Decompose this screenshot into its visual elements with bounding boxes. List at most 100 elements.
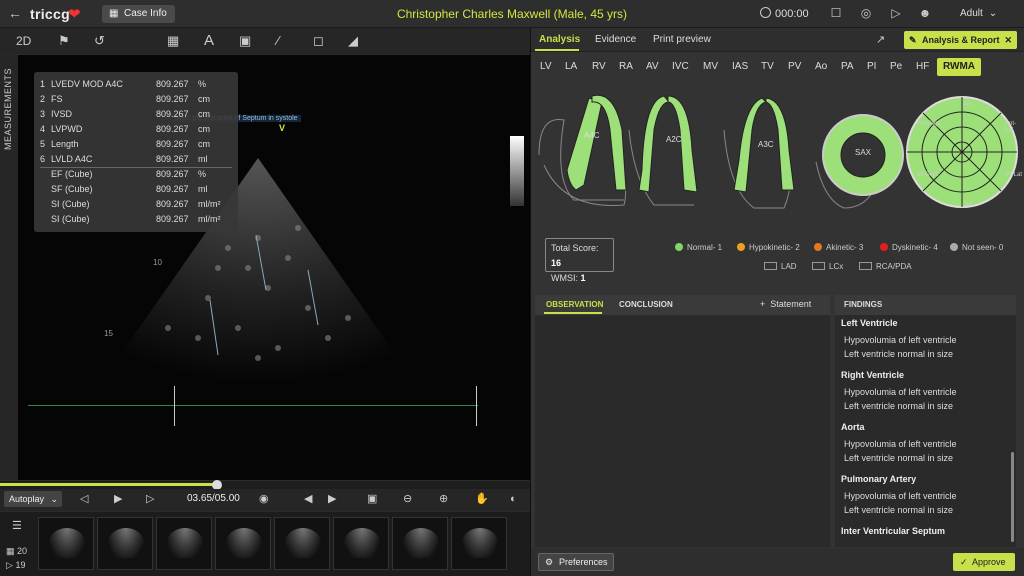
finding-item[interactable]: Hypovolumia of left ventricle (844, 387, 957, 397)
text-tool-icon[interactable]: A (204, 32, 214, 50)
approve-button[interactable]: ✓ Approve (953, 553, 1015, 571)
image-count: 20 (17, 546, 28, 556)
chevron-down-icon: ⌄ (988, 8, 998, 19)
measurement-row[interactable]: 4 LVPWD 809.267 cm (34, 122, 238, 137)
subtab-hf[interactable]: HF (916, 61, 929, 72)
subtab-rv[interactable]: RV (592, 61, 606, 72)
subtab-la[interactable]: LA (565, 61, 577, 72)
tab-evidence[interactable]: Evidence (595, 34, 636, 45)
subtab-ias[interactable]: IAS (732, 61, 748, 72)
subtab-pe[interactable]: Pe (890, 61, 902, 72)
tag-icon[interactable]: ⚑ (58, 32, 70, 50)
measurement-row[interactable]: 2 FS 809.267 cm (34, 92, 238, 107)
legend-label: Not seen- 0 (962, 243, 1004, 252)
measurement-row[interactable]: 3 IVSD 809.267 cm (34, 107, 238, 122)
sector-tool-icon[interactable]: ◢ (348, 32, 358, 50)
next-frame-icon[interactable]: ▷ (146, 491, 154, 507)
mode-2d-label[interactable]: 2D (16, 32, 31, 50)
bullseye-label-ant: Ant (963, 102, 973, 108)
findings-scrollbar[interactable] (1011, 452, 1014, 542)
thumbnail[interactable] (392, 517, 448, 570)
subtab-pi[interactable]: PI (867, 61, 876, 72)
top-bar: ← triccg ❤ ▦ Case Info Christopher Charle… (0, 0, 1024, 28)
finding-item[interactable]: Hypovolumia of left ventricle (844, 491, 957, 501)
timeline-caliper-start[interactable] (174, 386, 175, 426)
subtab-tv[interactable]: TV (761, 61, 774, 72)
line-tool-icon[interactable]: ∕ (277, 32, 279, 50)
thumbnail[interactable] (451, 517, 507, 570)
measurement-unit: cm (198, 94, 210, 104)
thumbnail[interactable] (274, 517, 330, 570)
derived-unit: ml (198, 184, 208, 194)
legend-swatch (950, 243, 958, 251)
measurements-sidebar[interactable]: MEASUREMENTS (0, 55, 18, 480)
subtab-ra[interactable]: RA (619, 61, 633, 72)
tab-observation[interactable]: OBSERVATION (546, 300, 603, 309)
bullseye-label-ant-lat: Ant-Lat (1005, 121, 1017, 133)
fullscreen-icon[interactable]: ▣ (367, 491, 377, 507)
bullseye-label-inf-sept: Inf-Sept (917, 172, 939, 178)
pan-hand-icon[interactable]: ✋ (475, 491, 489, 507)
thumbnail[interactable] (97, 517, 153, 570)
left-caret-icon[interactable]: ◀ (304, 491, 312, 507)
target-icon[interactable]: ◎ (859, 6, 873, 20)
finding-item[interactable]: Left ventricle normal in size (844, 401, 953, 411)
subtab-av[interactable]: AV (646, 61, 659, 72)
zoom-out-icon[interactable]: ⊖ (403, 491, 412, 507)
grid-icon[interactable]: ▦ (167, 32, 179, 50)
measurement-row[interactable]: 1 LVEDV MOD A4C 809.267 % (34, 77, 238, 92)
subtab-pa[interactable]: PA (841, 61, 854, 72)
close-icon[interactable]: ✕ (1004, 31, 1012, 49)
tab-conclusion[interactable]: CONCLUSION (619, 300, 673, 309)
analysis-report-button[interactable]: ✎ Analysis & Report ✕ (904, 31, 1017, 49)
step-icon[interactable]: ◉ (259, 491, 269, 507)
preferences-button[interactable]: ⚙ Preferences (538, 553, 614, 571)
findings-title: FINDINGS (844, 300, 883, 309)
subtab-ivc[interactable]: IVC (672, 61, 689, 72)
thumbnail[interactable] (156, 517, 212, 570)
score-box: Total Score: 16 WMSI: 1 (545, 238, 614, 283)
bookmark-icon[interactable]: ▷ (889, 6, 903, 20)
subtab-ao[interactable]: Ao (815, 61, 827, 72)
finding-item[interactable]: Hypovolumia of left ventricle (844, 335, 957, 345)
measurement-row[interactable]: 5 Length 809.267 cm (34, 137, 238, 152)
subtab-lv[interactable]: LV (540, 61, 552, 72)
add-statement-button[interactable]: + Statement (760, 299, 811, 309)
tab-analysis[interactable]: Analysis (539, 34, 580, 45)
zoom-in-icon[interactable]: ⊕ (439, 491, 448, 507)
subtab-rwma[interactable]: RWMA (937, 58, 981, 76)
thumbnail-image (167, 528, 203, 558)
capture-icon[interactable]: ▣ (239, 32, 251, 50)
tab-print-preview[interactable]: Print preview (653, 34, 711, 45)
contrast-icon[interactable]: ◐ (510, 491, 517, 507)
right-caret-icon[interactable]: ▶ (328, 491, 336, 507)
finding-item[interactable]: Hypovolumia of left ventricle (844, 439, 957, 449)
freehand-tool-icon[interactable]: ◻ (313, 32, 324, 50)
check-icon: ✓ (960, 557, 968, 567)
prev-frame-icon[interactable]: ◁ (80, 491, 88, 507)
finding-item[interactable]: Left ventricle normal in size (844, 349, 953, 359)
observation-panel[interactable] (535, 295, 830, 547)
finding-item[interactable]: Left ventricle normal in size (844, 505, 953, 515)
external-link-icon[interactable]: ↗ (876, 33, 885, 46)
progress-fill (0, 483, 218, 486)
subtab-mv[interactable]: MV (703, 61, 718, 72)
derived-label: SI (Cube) (51, 199, 90, 209)
filter-icon[interactable]: ☰ (12, 519, 22, 532)
thumbnail[interactable] (215, 517, 271, 570)
measurement-value: 809.267 (156, 154, 189, 164)
wmsi-value: 1 (580, 273, 586, 283)
age-group-select[interactable]: Adult ⌄ (954, 8, 997, 19)
thumbnail-image (403, 528, 439, 558)
thumbnail[interactable] (38, 517, 94, 570)
history-icon[interactable]: ↺ (94, 32, 105, 50)
subtab-pv[interactable]: PV (788, 61, 801, 72)
chat-icon[interactable]: ☐ (829, 6, 843, 20)
autoplay-select[interactable]: Autoplay ⌄ (4, 491, 62, 507)
users-icon[interactable]: ☻ (918, 6, 932, 20)
play-icon[interactable]: ▶ (114, 491, 122, 507)
timeline-caliper-end[interactable] (476, 386, 477, 426)
thumbnail[interactable] (333, 517, 389, 570)
measurement-row[interactable]: 6 LVLD A4C 809.267 ml (34, 152, 238, 167)
finding-item[interactable]: Left ventricle normal in size (844, 453, 953, 463)
